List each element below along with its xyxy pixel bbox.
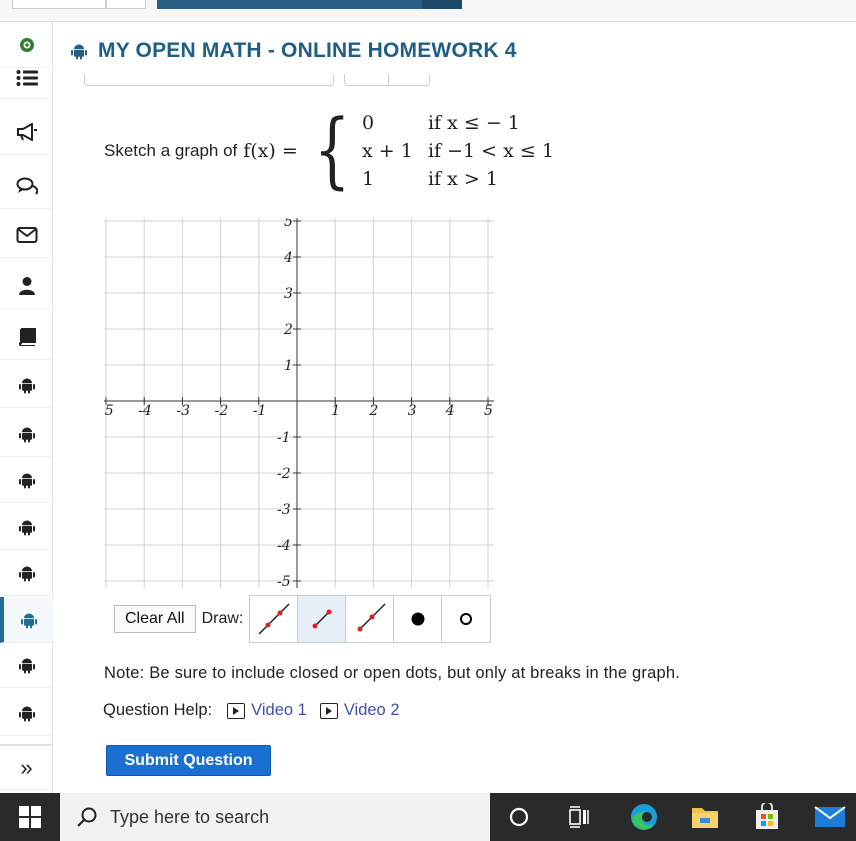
top-nav-button[interactable] [422,0,462,9]
y-tick-label: -2 [277,466,291,482]
video-icon [319,702,338,719]
taskbar-search-box[interactable]: Type here to search [60,793,490,841]
android-icon[interactable] [0,550,53,596]
draw-tools [249,595,492,643]
case-condition: if −1 < x ≤ 1 [427,140,554,162]
x-tick-label: -5 [104,403,114,419]
browser-top-strip [0,0,856,22]
draw-toolbar: Clear All Draw: [114,595,492,643]
megaphone-icon[interactable] [0,109,53,155]
top-tab[interactable] [12,0,106,9]
line-tool-icon[interactable] [250,596,299,642]
top-nav-bar[interactable] [157,0,422,9]
user-icon[interactable] [0,263,53,309]
android-icon[interactable] [0,504,53,550]
x-tick-label: 1 [331,403,340,419]
page-title: MY OPEN MATH - ONLINE HOMEWORK 4 [70,36,517,66]
store-icon[interactable] [740,793,794,841]
case-condition: if x > 1 [427,168,498,190]
chat-icon[interactable] [0,163,53,209]
help-label: Question Help: [103,701,213,719]
x-tick-label: -3 [176,403,190,419]
y-tick-label: 2 [283,322,293,338]
android-icon[interactable] [0,362,53,408]
top-tab[interactable] [106,0,146,9]
android-icon[interactable] [0,457,53,503]
video-2-label: Video 2 [343,701,400,719]
question-prefix: Sketch a graph of [104,141,238,160]
mail-app-icon[interactable] [803,793,856,841]
expand-label: » [20,754,33,780]
x-tick-label: -1 [253,403,267,419]
windows-taskbar: Type here to search [0,793,856,841]
x-tick-label: -2 [215,403,229,419]
x-tick-label: -4 [138,403,152,419]
sidebar: » [0,22,53,793]
ray-tool-icon[interactable] [346,596,395,642]
cortana-icon[interactable] [492,793,546,841]
android-icon[interactable] [0,690,53,736]
page-title-text: MY OPEN MATH - ONLINE HOMEWORK 4 [98,39,517,62]
video-1-link[interactable]: Video 1 [227,701,307,720]
expand-icon[interactable]: » [0,744,53,790]
graph-canvas[interactable]: -5 -4 -3 -2 -1 1 2 3 4 5 5 4 3 2 1 -1 -2 -3 -4 -5 [104,218,494,588]
video-2-link[interactable]: Video 2 [319,701,400,720]
open-dot-icon[interactable] [442,596,491,642]
question-help: Question Help: Video 1 Video 2 [103,701,413,720]
case-value: x + 1 [361,140,413,162]
clear-all-button[interactable]: Clear All [114,605,196,633]
y-tick-label: 5 [284,218,293,230]
case-value: 0 [361,112,375,134]
draw-label: Draw: [201,610,244,627]
search-placeholder: Type here to search [110,806,270,827]
list-icon[interactable] [0,57,53,99]
android-icon [71,44,87,60]
header-tab-strip[interactable] [84,74,334,86]
android-icon[interactable] [0,642,53,688]
windows-start-icon[interactable] [0,793,60,841]
y-tick-label: 3 [284,286,293,302]
closed-dot-icon[interactable] [394,596,443,642]
x-tick-label: 3 [408,403,417,419]
mail-icon[interactable] [0,212,53,258]
android-icon[interactable] [0,597,53,643]
x-tick-label: 5 [484,403,493,419]
y-tick-label: -5 [277,574,291,588]
android-icon[interactable] [0,411,53,457]
note-text: Note: Be sure to include closed or open … [104,664,681,682]
file-explorer-icon[interactable] [678,793,732,841]
header-button-group[interactable] [344,74,430,86]
video-1-label: Video 1 [251,701,307,719]
case-condition: if x ≤ − 1 [427,112,520,134]
y-tick-label: -4 [277,538,291,554]
y-tick-label: 4 [283,250,293,266]
question-text: Sketch a graph of f(x) = { 0 if x ≤ − 1 … [104,110,554,192]
cases-brace: { [313,103,351,198]
x-tick-label: 4 [445,403,455,419]
x-tick-label: 2 [368,403,378,419]
piecewise-cases: 0 if x ≤ − 1 x + 1 if −1 < x ≤ 1 1 if x … [362,112,554,190]
submit-question-button[interactable]: Submit Question [106,745,271,776]
video-icon [227,702,246,719]
task-view-icon[interactable] [553,793,607,841]
y-tick-label: 1 [284,358,293,374]
search-icon [77,807,97,827]
segment-tool-icon[interactable] [298,596,347,642]
y-tick-label: -3 [277,502,291,518]
y-tick-label: -1 [277,430,291,446]
case-value: 1 [361,168,375,190]
function-name: f(x) = [243,140,298,162]
book-icon[interactable] [0,314,53,360]
edge-icon[interactable] [617,793,671,841]
